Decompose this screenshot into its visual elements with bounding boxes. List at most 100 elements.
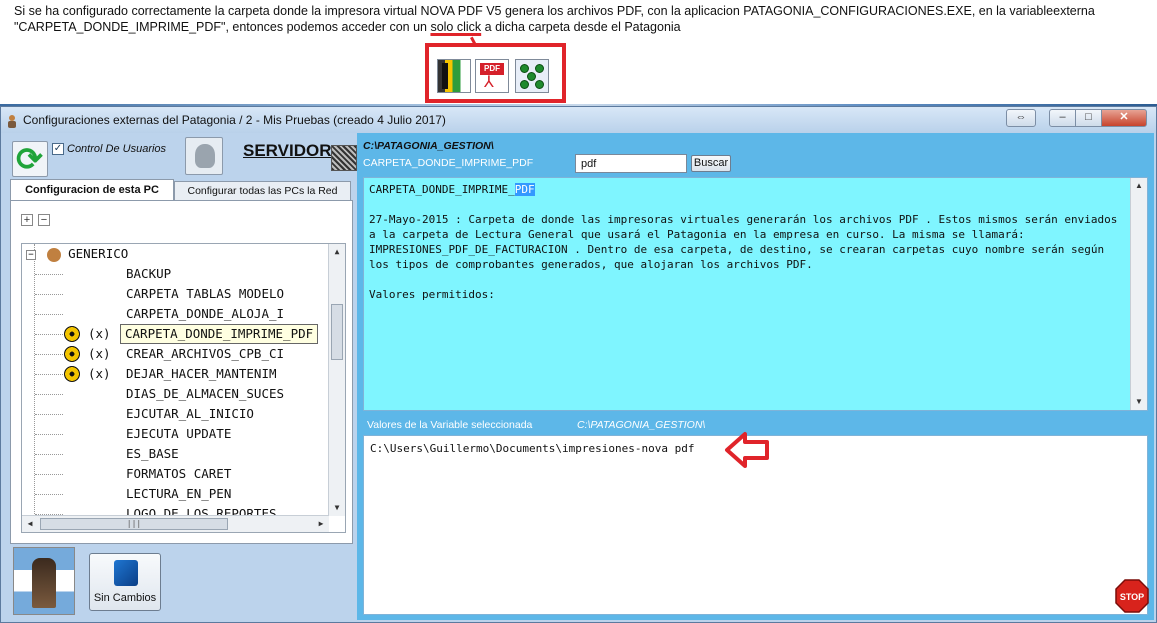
battery-icon[interactable] — [437, 59, 471, 93]
caption-text: Si se ha configurado correctamente la ca… — [14, 3, 1154, 35]
stop-icon[interactable]: STOP — [1115, 579, 1149, 613]
radiation-icon — [64, 326, 80, 342]
buscar-button[interactable]: Buscar — [691, 155, 731, 172]
scroll-left-icon[interactable]: ◀ — [22, 516, 38, 532]
tab-panel: + − − GENERICO BACKUP CARPETA TABLAS MODE… — [10, 200, 353, 544]
tree-item-label: CARPETA_DONDE_ALOJA_I — [126, 306, 285, 321]
desc-title: CARPETA_DONDE_IMPRIME_PDF — [369, 182, 1127, 197]
stop-label: STOP — [1120, 592, 1144, 602]
tree-root-label: GENERICO — [68, 246, 129, 261]
toolbar-highlight: PDF ⅄ — [425, 43, 566, 103]
tree-connector — [35, 274, 63, 275]
values-label: Valores de la Variable seleccionada — [367, 419, 533, 431]
desc-scrollbar[interactable]: ▲ ▼ — [1130, 178, 1147, 410]
tree-item-label: DEJAR_HACER_MANTENIM — [126, 366, 277, 381]
collapse-all-button[interactable]: − — [38, 214, 50, 226]
expand-all-button[interactable]: + — [21, 214, 33, 226]
tree-horizontal-scrollbar[interactable]: ◀ ||| ▶ — [22, 515, 329, 532]
red-arrow-icon — [725, 432, 769, 468]
patagonia-logo — [13, 547, 75, 615]
tree-connector — [35, 434, 63, 435]
path-label: C:\PATAGONIA_GESTION\ — [363, 140, 494, 152]
scroll-down-icon[interactable]: ▼ — [329, 500, 345, 516]
collapse-icon[interactable]: − — [26, 249, 36, 260]
refresh-button[interactable] — [12, 140, 48, 178]
maximize-button[interactable]: □ — [1075, 109, 1102, 127]
tree-connector — [35, 474, 63, 475]
description-box[interactable]: CARPETA_DONDE_IMPRIME_PDF 27-Mayo-2015 :… — [363, 177, 1148, 411]
desc-body: 27-Mayo-2015 : Carpeta de donde las impr… — [369, 213, 1118, 271]
close-button[interactable]: ✕ — [1101, 109, 1147, 127]
tree-item-label: LECTURA_EN_PEN — [126, 486, 232, 501]
caption-line-2-post: a dicha carpeta desde el Patagonia — [481, 20, 681, 34]
tree-item-prefix: (x) — [88, 366, 111, 381]
left-panel: ✓ Control De Usuarios SERVIDOR Configura… — [5, 133, 357, 620]
scroll-thumb[interactable] — [331, 304, 343, 360]
radiation-icon — [64, 366, 80, 382]
desc-scroll-up-icon[interactable]: ▲ — [1131, 178, 1147, 194]
caption-line-1: Si se ha configurado correctamente la ca… — [14, 4, 1095, 18]
tree-item-prefix: (x) — [88, 346, 111, 361]
scroll-up-icon[interactable]: ▲ — [329, 244, 345, 260]
tree-connector — [35, 334, 63, 335]
tree-item-label: DIAS_DE_ALMACEN_SUCES — [126, 386, 285, 401]
tree-item-label: FORMATOS CARET — [126, 466, 232, 481]
screen: Si se ha configurado correctamente la ca… — [0, 0, 1157, 623]
control-usuarios-label: Control De Usuarios — [67, 143, 167, 155]
tree-item-label: EJECUTA UPDATE — [126, 426, 232, 441]
tree-item-prefix: (x) — [88, 326, 111, 341]
config-window: Configuraciones externas del Patagonia /… — [0, 106, 1157, 623]
folder-icon[interactable] — [331, 145, 357, 171]
tree-item-label: CARPETA TABLAS MODELO — [126, 286, 285, 301]
caption-line-2-pre: "CARPETA_DONDE_IMPRIME_PDF", entonces po… — [14, 20, 431, 34]
values-path: C:\PATAGONIA_GESTION\ — [577, 419, 706, 431]
tree-connector — [35, 374, 63, 375]
minimize-button[interactable]: – — [1049, 109, 1076, 127]
person-icon — [46, 247, 61, 262]
client-area: ✓ Control De Usuarios SERVIDOR Configura… — [5, 133, 1154, 620]
tree-item-label: CREAR_ARCHIVOS_CPB_CI — [126, 346, 285, 361]
window-title: Configuraciones externas del Patagonia /… — [23, 113, 446, 127]
app-icon — [8, 115, 16, 128]
network-icon[interactable] — [515, 59, 549, 93]
desc-scroll-down-icon[interactable]: ▼ — [1131, 394, 1147, 410]
tree-connector — [35, 394, 63, 395]
desc-title-text: CARPETA_DONDE_IMPRIME_ — [369, 183, 515, 196]
sin-cambios-button[interactable]: Sin Cambios — [89, 553, 161, 611]
tree-connector — [35, 494, 63, 495]
tree-connector — [35, 314, 63, 315]
radiation-icon — [64, 346, 80, 362]
control-usuarios-checkbox[interactable]: ✓ — [52, 143, 64, 155]
variable-name: CARPETA_DONDE_IMPRIME_PDF — [363, 157, 534, 169]
tree-item-label: EJCUTAR_AL_INICIO — [126, 406, 254, 421]
tree-connector — [35, 294, 63, 295]
tab-configurar-red[interactable]: Configurar todas las PCs la Red — [174, 181, 351, 201]
tree-connector — [35, 354, 63, 355]
save-icon — [114, 560, 138, 586]
tree-connector — [35, 414, 63, 415]
search-input[interactable] — [575, 154, 687, 173]
title-bar[interactable]: Configuraciones externas del Patagonia /… — [1, 107, 1156, 133]
tree-connector — [35, 454, 63, 455]
user-button[interactable] — [185, 137, 223, 175]
tab-configuracion-pc[interactable]: Configuracion de esta PC — [10, 179, 174, 201]
tree-item-label: BACKUP — [126, 266, 172, 281]
tree-root[interactable]: − GENERICO — [26, 244, 128, 264]
variables-tree[interactable]: − GENERICO BACKUP CARPETA TABLAS MODELO CA… — [21, 243, 346, 533]
caption-line-2: "CARPETA_DONDE_IMPRIME_PDF", entonces po… — [14, 19, 1154, 35]
servidor-label: SERVIDOR — [243, 141, 332, 160]
tree-line — [34, 244, 35, 532]
pdf-icon[interactable]: PDF ⅄ — [475, 59, 509, 93]
desc-allowed: Valores permitidos: — [369, 288, 495, 301]
tree-vertical-scrollbar[interactable]: ▲ ▼ — [328, 244, 345, 516]
caption-underlined: solo click — [430, 20, 482, 34]
tree-item-label: ES_BASE — [126, 446, 179, 461]
tree-item-label: CARPETA_DONDE_IMPRIME_PDF — [120, 324, 319, 344]
sin-cambios-label: Sin Cambios — [93, 592, 157, 604]
hscroll-thumb[interactable]: ||| — [40, 518, 228, 530]
desc-title-highlight: PDF — [514, 183, 535, 196]
variable-value: C:\Users\Guillermo\Documents\impresiones… — [370, 442, 695, 455]
scroll-right-icon[interactable]: ▶ — [313, 516, 329, 532]
restore-arrows-button[interactable]: ⇔ — [1006, 109, 1036, 127]
acrobat-icon: ⅄ — [484, 74, 494, 91]
